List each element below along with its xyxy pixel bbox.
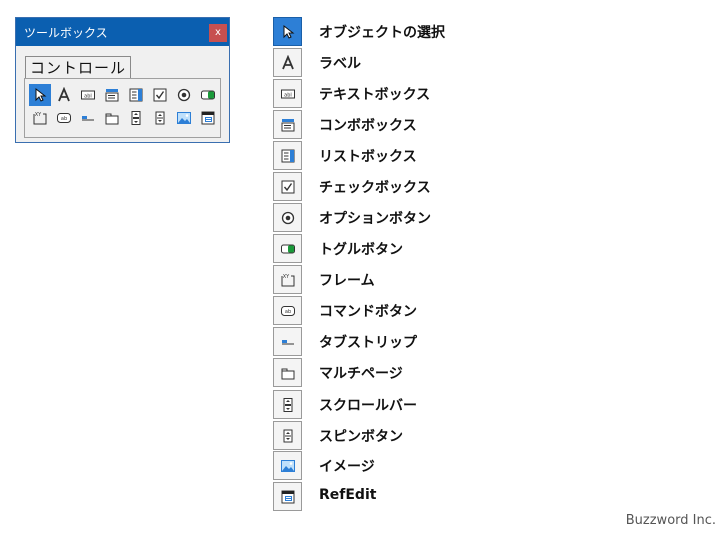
legend-label: RefEdit	[319, 487, 377, 503]
legend-row: タブストリップ	[273, 327, 693, 357]
legend-label: テキストボックス	[319, 87, 431, 103]
legend-row: チェックボックス	[273, 172, 693, 202]
toolbox-icon-grid: abl XY ab	[29, 84, 221, 130]
toolbox-checkbox-icon[interactable]	[149, 84, 171, 106]
legend-label: オプションボタン	[319, 211, 431, 227]
toolbox-image-icon[interactable]	[173, 107, 195, 129]
toolbox-titlebar[interactable]: ツールボックス x	[16, 18, 229, 46]
refedit-icon	[273, 482, 302, 511]
toolbox-togglebutton-icon[interactable]	[197, 84, 219, 106]
togglebutton-icon	[273, 234, 302, 263]
legend-row: ラベル	[273, 48, 693, 78]
toolbox-listbox-icon[interactable]	[125, 84, 147, 106]
pointer-icon	[273, 17, 302, 46]
legend-label: スクロールバー	[319, 398, 417, 414]
commandbutton-icon: ab	[273, 296, 302, 325]
legend-label: オブジェクトの選択	[319, 25, 445, 41]
toolbox-optionbutton-icon[interactable]	[173, 84, 195, 106]
svg-text:abl: abl	[284, 92, 292, 98]
frame-icon: XY	[273, 265, 302, 294]
tabstrip-icon	[273, 327, 302, 356]
close-button[interactable]: x	[209, 24, 227, 42]
legend-row: ab コマンドボタン	[273, 296, 693, 326]
toolbox-tabstrip-icon[interactable]	[77, 107, 99, 129]
legend-label: ラベル	[319, 56, 361, 72]
toolbox-frame-icon[interactable]: XY	[29, 107, 51, 129]
legend-row: オプションボタン	[273, 203, 693, 233]
legend-row: リストボックス	[273, 141, 693, 171]
toolbox-commandbutton-icon[interactable]: ab	[53, 107, 75, 129]
legend-label: チェックボックス	[319, 180, 431, 196]
legend-row: XY フレーム	[273, 265, 693, 295]
legend-label: トグルボタン	[319, 242, 403, 258]
combobox-icon	[273, 110, 302, 139]
legend-label: リストボックス	[319, 149, 417, 165]
spinbutton-icon	[273, 421, 302, 450]
toolbox-title: ツールボックス	[24, 26, 108, 40]
legend-row: トグルボタン	[273, 234, 693, 264]
svg-text:ab: ab	[61, 116, 67, 122]
legend-row: マルチページ	[273, 358, 693, 388]
toolbox-textbox-icon[interactable]: abl	[77, 84, 99, 106]
svg-text:ab: ab	[284, 309, 290, 315]
legend-row: スクロールバー	[273, 390, 693, 420]
multipage-icon	[273, 358, 302, 387]
svg-text:XY: XY	[35, 112, 42, 118]
legend-label: イメージ	[319, 459, 375, 475]
legend-label: コンボボックス	[319, 118, 417, 134]
legend-label: コマンドボタン	[319, 304, 417, 320]
legend-row: コンボボックス	[273, 110, 693, 140]
textbox-icon: abl	[273, 79, 302, 108]
legend-row: RefEdit	[273, 482, 693, 512]
credit-text: Buzzword Inc.	[625, 513, 716, 528]
toolbox-spinbutton-icon[interactable]	[149, 107, 171, 129]
listbox-icon	[273, 141, 302, 170]
svg-text:XY: XY	[282, 274, 289, 280]
optionbutton-icon	[273, 203, 302, 232]
legend-row: オブジェクトの選択	[273, 17, 693, 47]
checkbox-icon	[273, 172, 302, 201]
image-icon	[273, 451, 302, 480]
toolbox-scrollbar-icon[interactable]	[125, 107, 147, 129]
legend-row: abl テキストボックス	[273, 79, 693, 109]
scrollbar-icon	[273, 390, 302, 419]
toolbox-combobox-icon[interactable]	[101, 84, 123, 106]
legend-label: フレーム	[319, 273, 375, 289]
toolbox-multipage-icon[interactable]	[101, 107, 123, 129]
tab-controls[interactable]: コントロール	[25, 56, 132, 79]
toolbox-pointer-icon[interactable]	[29, 84, 51, 106]
legend-row: スピンボタン	[273, 421, 693, 451]
legend-label: マルチページ	[319, 366, 403, 382]
controls-panel: abl XY ab	[24, 78, 221, 138]
toolbox-refedit-icon[interactable]	[197, 107, 219, 129]
svg-text:abl: abl	[84, 93, 92, 99]
legend-label: タブストリップ	[319, 335, 417, 351]
toolbox-label-icon[interactable]	[53, 84, 75, 106]
legend-row: イメージ	[273, 451, 693, 481]
toolbox-window: ツールボックス x コントロール abl XY ab	[15, 17, 230, 143]
legend-label: スピンボタン	[319, 429, 403, 445]
label-icon	[273, 48, 302, 77]
